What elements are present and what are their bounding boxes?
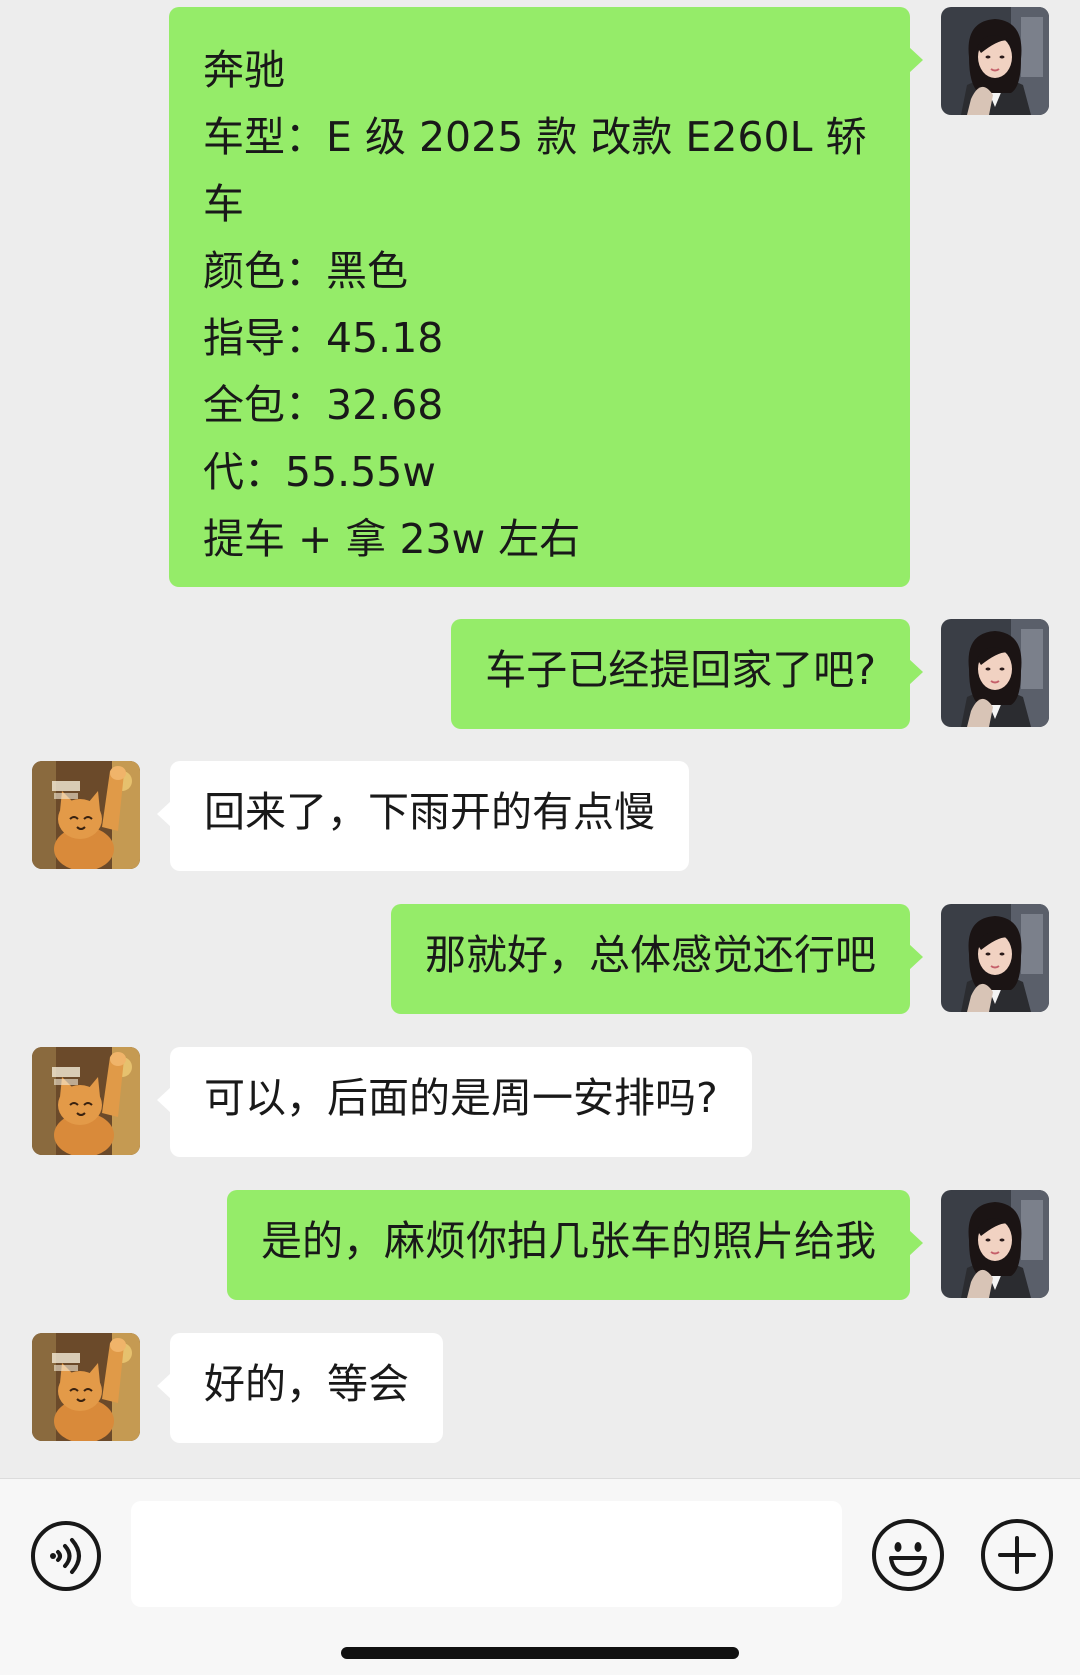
message-bubble[interactable]: 奔驰 车型：E 级 2025 款 改款 E260L 轿 车 颜色：黑色 指导：4… <box>169 7 923 587</box>
my-avatar[interactable] <box>941 1190 1049 1298</box>
contact-avatar[interactable] <box>32 1047 140 1155</box>
my-avatar[interactable] <box>941 619 1049 727</box>
message-text: 那就好，总体感觉还行吧 <box>425 931 876 979</box>
message-bubble[interactable]: 可以，后面的是周一安排吗? <box>157 1047 752 1157</box>
message-line: 提车 + 拿 23w 左右 <box>203 515 581 563</box>
more-button[interactable] <box>980 1518 1054 1592</box>
bubble-tail <box>909 659 923 685</box>
message-text: 是的，麻烦你拍几张车的照片给我 <box>261 1217 876 1265</box>
home-indicator <box>341 1647 739 1659</box>
message-line: 奔驰 <box>203 46 285 94</box>
voice-icon <box>31 1521 101 1591</box>
bubble-tail <box>909 944 923 970</box>
contact-avatar[interactable] <box>32 1333 140 1441</box>
chat-area[interactable]: 奔驰 车型：E 级 2025 款 改款 E260L 轿 车 颜色：黑色 指导：4… <box>0 0 1080 1478</box>
emoji-button[interactable] <box>871 1518 945 1592</box>
message-bubble[interactable]: 好的，等会 <box>157 1333 443 1443</box>
contact-avatar[interactable] <box>32 761 140 869</box>
voice-button[interactable] <box>30 1520 102 1592</box>
message-line: 指导：45.18 <box>203 314 444 362</box>
message-bubble[interactable]: 车子已经提回家了吧? <box>451 619 923 729</box>
emoji-icon <box>872 1519 944 1591</box>
message-line: 车型：E 级 2025 款 改款 E260L 轿 <box>203 113 867 161</box>
plus-icon <box>981 1519 1053 1591</box>
message-bubble[interactable]: 回来了，下雨开的有点慢 <box>157 761 689 871</box>
message-line: 全包：32.68 <box>203 381 444 429</box>
my-avatar[interactable] <box>941 904 1049 1012</box>
message-bubble[interactable]: 那就好，总体感觉还行吧 <box>391 904 923 1014</box>
message-text: 可以，后面的是周一安排吗? <box>204 1074 718 1122</box>
message-line: 代：55.55w <box>203 448 436 496</box>
message-line: 车 <box>203 180 244 228</box>
bubble-tail <box>157 1087 171 1113</box>
input-bar <box>0 1478 1080 1675</box>
message-text: 好的，等会 <box>204 1360 409 1408</box>
bubble-tail <box>157 801 171 827</box>
bubble-tail <box>157 1373 171 1399</box>
message-line: 颜色：黑色 <box>203 247 408 295</box>
my-avatar[interactable] <box>941 7 1049 115</box>
message-text: 回来了，下雨开的有点慢 <box>204 788 655 836</box>
bubble-tail <box>909 1230 923 1256</box>
message-input[interactable] <box>131 1501 842 1607</box>
message-text: 车子已经提回家了吧? <box>485 646 876 694</box>
bubble-tail <box>909 47 923 73</box>
message-bubble[interactable]: 是的，麻烦你拍几张车的照片给我 <box>227 1190 923 1300</box>
